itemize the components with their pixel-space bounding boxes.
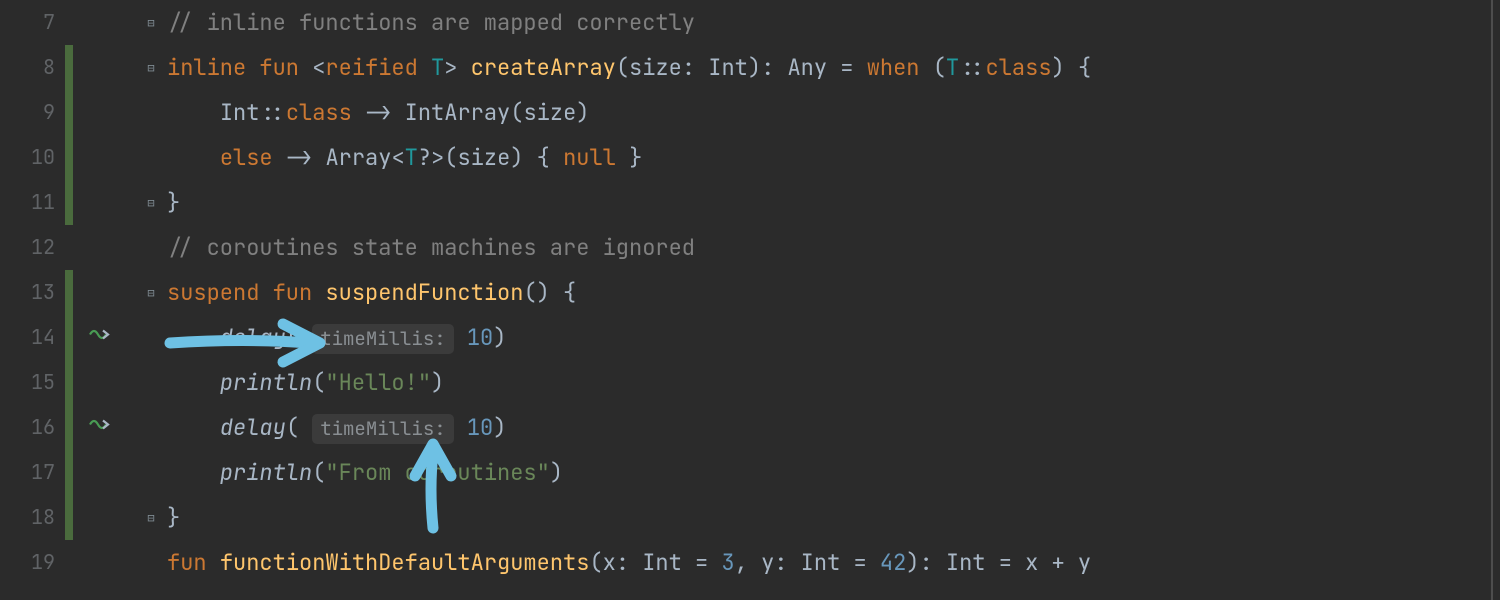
suspend-call-icon[interactable] <box>88 405 110 450</box>
vcs-change-marker <box>65 495 73 540</box>
gutter-row: 16 <box>0 405 155 450</box>
vcs-change-marker <box>65 450 73 495</box>
line-number: 10 <box>0 135 55 180</box>
parameter-hint: timeMillis: <box>312 414 453 444</box>
line-number: 12 <box>0 225 55 270</box>
code-line[interactable]: fun functionWithDefaultArguments(x: Int … <box>167 540 1500 585</box>
line-number: 8 <box>0 45 55 90</box>
code-line[interactable]: inline fun <reified T> createArray(size:… <box>167 45 1500 90</box>
line-number: 9 <box>0 90 55 135</box>
gutter-row: 18 ⊟ <box>0 495 155 540</box>
code-editor[interactable]: 7 ⊟ 8 ⊟ 9 10 11 ⊟ 12 13 ⊟ 14 15 <box>0 0 1500 600</box>
parameter-hint: timeMillis: <box>312 324 453 354</box>
vcs-change-marker <box>65 315 73 360</box>
comment: // coroutines state machines are ignored <box>167 233 695 262</box>
code-line[interactable]: // inline functions are mapped correctly <box>167 0 1500 45</box>
gutter-row: 15 <box>0 360 155 405</box>
comment: // inline functions are mapped correctly <box>167 8 695 37</box>
gutter-row: 9 <box>0 90 155 135</box>
vcs-change-marker <box>65 45 73 90</box>
vcs-change-marker <box>65 360 73 405</box>
line-number: 16 <box>0 405 55 450</box>
line-number: 17 <box>0 450 55 495</box>
gutter: 7 ⊟ 8 ⊟ 9 10 11 ⊟ 12 13 ⊟ 14 15 <box>0 0 155 600</box>
code-line[interactable]: delay( timeMillis: 10) <box>167 315 1500 360</box>
gutter-row: 8 ⊟ <box>0 45 155 90</box>
code-line[interactable]: println("Hello!") <box>167 360 1500 405</box>
function-name: suspendFunction <box>325 278 523 307</box>
line-number: 18 <box>0 495 55 540</box>
line-number: 14 <box>0 315 55 360</box>
gutter-row: 10 <box>0 135 155 180</box>
code-line[interactable]: } <box>167 180 1500 225</box>
function-name: createArray <box>471 53 616 82</box>
line-number: 15 <box>0 360 55 405</box>
gutter-row: 19 <box>0 540 155 585</box>
code-line[interactable]: else -> Array<T?>(size) { null } <box>167 135 1500 180</box>
vcs-change-marker <box>65 405 73 450</box>
line-number: 19 <box>0 540 55 585</box>
gutter-row: 17 <box>0 450 155 495</box>
vcs-change-marker <box>65 135 73 180</box>
gutter-row: 14 <box>0 315 155 360</box>
code-line[interactable]: println("From coroutines") <box>167 450 1500 495</box>
function-name: functionWithDefaultArguments <box>220 548 590 577</box>
line-number: 13 <box>0 270 55 315</box>
code-line[interactable]: Int::class -> IntArray(size) <box>167 90 1500 135</box>
vcs-change-marker <box>65 270 73 315</box>
gutter-row: 12 <box>0 225 155 270</box>
vcs-change-marker <box>65 180 73 225</box>
line-number: 7 <box>0 0 55 45</box>
suspend-call-icon[interactable] <box>88 315 110 360</box>
code-area[interactable]: // inline functions are mapped correctly… <box>155 0 1500 600</box>
gutter-row: 11 ⊟ <box>0 180 155 225</box>
code-line[interactable]: } <box>167 495 1500 540</box>
code-line[interactable]: // coroutines state machines are ignored <box>167 225 1500 270</box>
code-line[interactable]: delay( timeMillis: 10) <box>167 405 1500 450</box>
line-number: 11 <box>0 180 55 225</box>
gutter-row: 13 ⊟ <box>0 270 155 315</box>
gutter-row: 7 ⊟ <box>0 0 155 45</box>
vcs-change-marker <box>65 90 73 135</box>
code-line[interactable]: suspend fun suspendFunction() { <box>167 270 1500 315</box>
